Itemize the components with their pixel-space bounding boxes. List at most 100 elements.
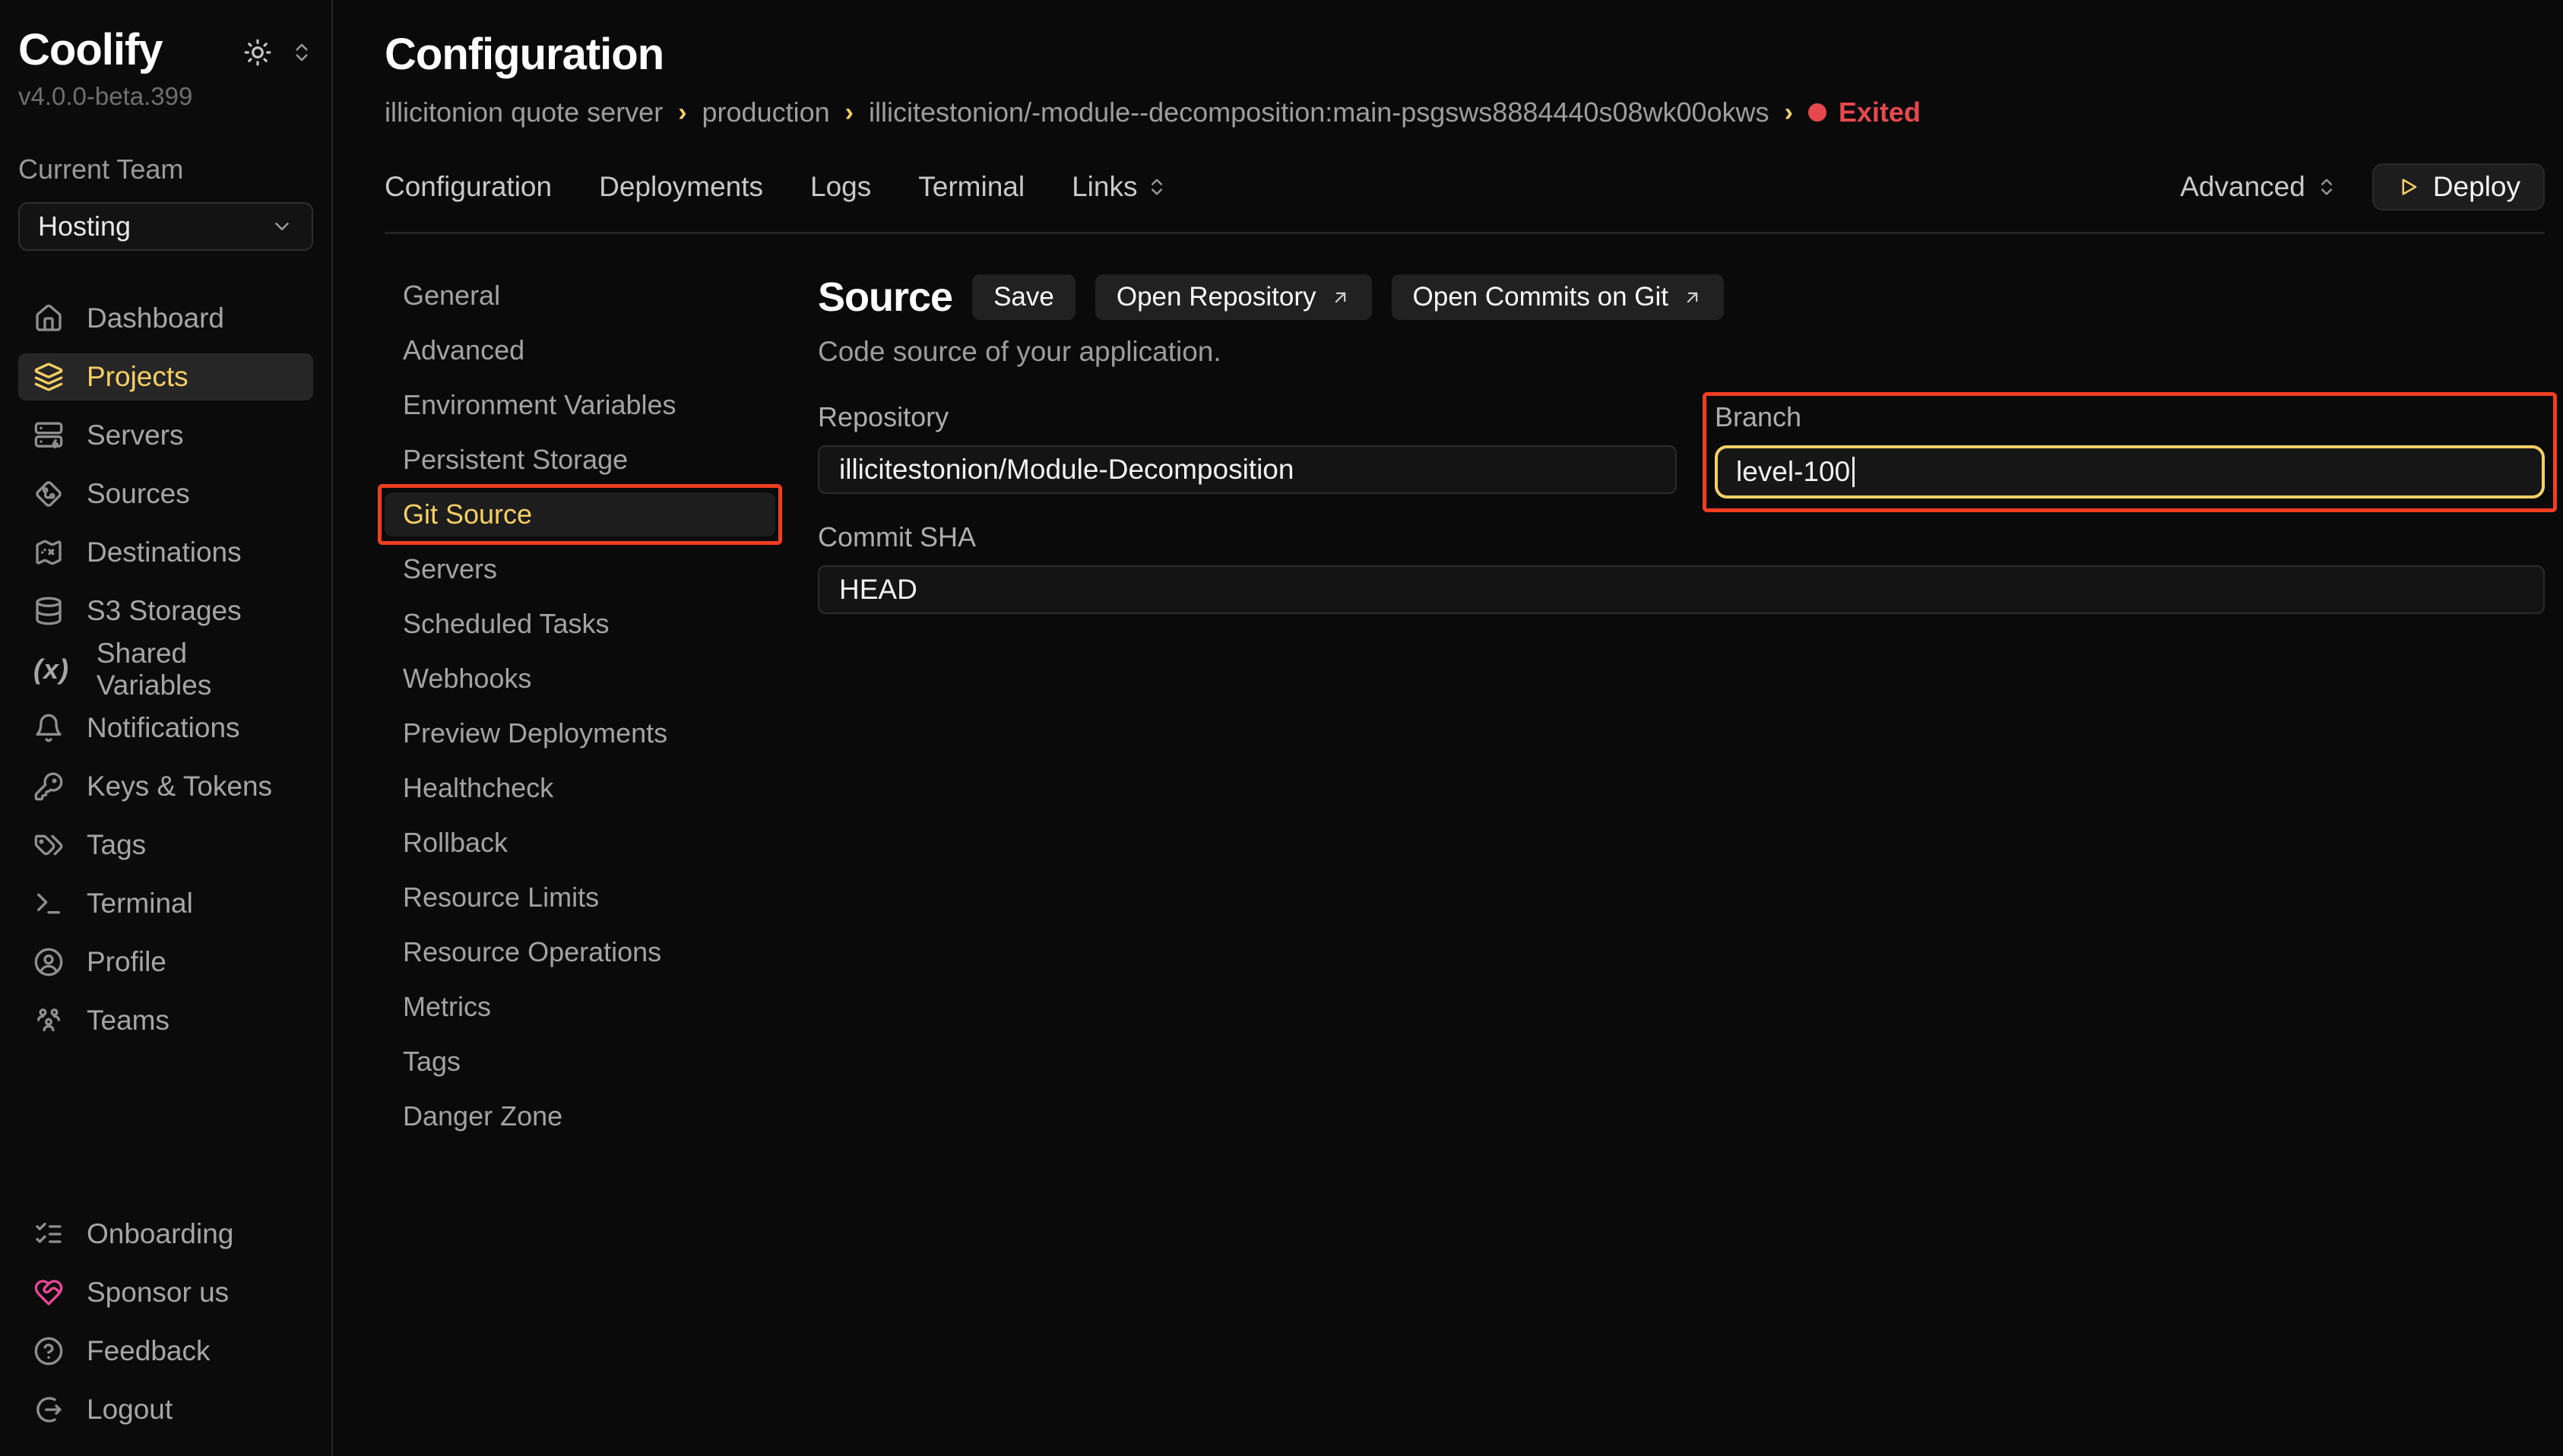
tags-icon <box>33 830 64 860</box>
subnav-item-healthcheck[interactable]: Healthcheck <box>385 766 775 810</box>
sidebar-item-teams[interactable]: Teams <box>18 997 313 1044</box>
subnav-item-tags[interactable]: Tags <box>385 1040 775 1084</box>
deploy-button[interactable]: Deploy <box>2372 163 2545 210</box>
open-commits-button[interactable]: Open Commits on Git <box>1392 274 1725 320</box>
source-description: Code source of your application. <box>818 336 2545 368</box>
layers-icon <box>33 362 64 392</box>
status-badge: Exited <box>1808 97 1921 128</box>
tabs-row: Configuration Deployments Logs Terminal … <box>385 163 2545 234</box>
tabs-actions: Advanced Deploy <box>2180 163 2545 210</box>
sidebar-header: Coolify v4.0.0-beta.399 <box>18 26 313 111</box>
source-form: Repository Branch level-100 Commit SHA <box>818 401 2545 614</box>
arrow-up-right-icon <box>1330 287 1351 308</box>
subnav-item-resource-limits[interactable]: Resource Limits <box>385 875 775 919</box>
team-select[interactable]: Hosting <box>18 202 313 251</box>
tab-links-label: Links <box>1072 171 1137 203</box>
subnav-item-servers[interactable]: Servers <box>385 547 775 591</box>
tab-links[interactable]: Links <box>1072 171 1167 203</box>
git-source-panel: Source Save Open Repository Open Commits… <box>818 274 2545 1138</box>
sidebar-item-logout[interactable]: Logout <box>18 1386 313 1433</box>
chevrons-up-down-icon <box>2316 176 2337 198</box>
key-icon <box>33 771 64 802</box>
subnav-item-general[interactable]: General <box>385 274 775 318</box>
repository-input[interactable] <box>818 445 1677 494</box>
sidebar-item-label: Sources <box>87 478 190 510</box>
server-icon <box>33 420 64 451</box>
subnav-item-danger-zone[interactable]: Danger Zone <box>385 1094 775 1138</box>
sidebar-item-servers[interactable]: Servers <box>18 412 313 459</box>
sidebar-item-label: Tags <box>87 829 146 861</box>
subnav-item-webhooks[interactable]: Webhooks <box>385 657 775 701</box>
status-dot-icon <box>1808 103 1826 122</box>
text-cursor <box>1852 457 1855 487</box>
commit-sha-input[interactable] <box>818 565 2545 614</box>
tab-logs[interactable]: Logs <box>810 171 871 203</box>
map-icon <box>33 537 64 568</box>
chevrons-up-down-icon[interactable] <box>290 41 313 64</box>
sidebar-item-sources[interactable]: Sources <box>18 470 313 518</box>
subnav-item-scheduled-tasks[interactable]: Scheduled Tasks <box>385 602 775 646</box>
sidebar-item-sponsor-us[interactable]: Sponsor us <box>18 1269 313 1316</box>
advanced-dropdown[interactable]: Advanced <box>2180 171 2337 203</box>
theme-toggle-sun-icon[interactable] <box>243 38 272 67</box>
sidebar: Coolify v4.0.0-beta.399 Current Team Hos… <box>0 0 333 1456</box>
subnav-item-git-source-label: Git Source <box>403 499 532 530</box>
save-button[interactable]: Save <box>972 274 1076 320</box>
subnav-item-resource-operations[interactable]: Resource Operations <box>385 930 775 974</box>
subnav-item-advanced[interactable]: Advanced <box>385 328 775 372</box>
sidebar-item-label: Feedback <box>87 1335 211 1367</box>
app-root: Coolify v4.0.0-beta.399 Current Team Hos… <box>0 0 2563 1456</box>
sidebar-item-label: Projects <box>87 361 189 393</box>
git-source-icon <box>33 479 64 509</box>
tab-terminal[interactable]: Terminal <box>918 171 1025 203</box>
source-section-title: Source <box>818 274 952 321</box>
branch-input-value: level-100 <box>1736 456 1850 488</box>
sidebar-item-dashboard[interactable]: Dashboard <box>18 295 313 342</box>
main-area: Configuration illicitonion quote server … <box>333 0 2563 1456</box>
sidebar-item-profile[interactable]: Profile <box>18 938 313 986</box>
sidebar-item-notifications[interactable]: Notifications <box>18 704 313 752</box>
subnav-item-rollback[interactable]: Rollback <box>385 821 775 865</box>
bell-icon <box>33 713 64 743</box>
sidebar-item-label: Keys & Tokens <box>87 771 272 802</box>
tab-configuration[interactable]: Configuration <box>385 171 552 203</box>
open-commits-label: Open Commits on Git <box>1413 282 1669 312</box>
heart-handshake-icon <box>33 1277 64 1308</box>
breadcrumb-project[interactable]: illicitonion quote server <box>385 97 663 128</box>
subnav-item-git-source[interactable]: Git Source <box>385 492 775 537</box>
sidebar-item-keys-tokens[interactable]: Keys & Tokens <box>18 763 313 810</box>
source-header-row: Source Save Open Repository Open Commits… <box>818 274 2545 321</box>
breadcrumb-resource[interactable]: illicitestonion/-module--decomposition:m… <box>869 97 1769 128</box>
breadcrumb-environment[interactable]: production <box>702 97 830 128</box>
open-repository-button[interactable]: Open Repository <box>1095 274 1372 320</box>
help-circle-icon <box>33 1336 64 1366</box>
home-icon <box>33 303 64 334</box>
parentheses-x-icon: (x) <box>33 654 74 685</box>
users-icon <box>33 1005 64 1036</box>
subnav-item-metrics[interactable]: Metrics <box>385 985 775 1029</box>
sidebar-item-onboarding[interactable]: Onboarding <box>18 1211 313 1258</box>
sidebar-item-label: Shared Variables <box>97 638 298 701</box>
branch-label: Branch <box>1715 401 2545 433</box>
sidebar-item-label: Teams <box>87 1005 169 1037</box>
subnav-item-preview-deployments[interactable]: Preview Deployments <box>385 711 775 755</box>
branch-input[interactable]: level-100 <box>1715 445 2545 499</box>
sidebar-item-shared-variables[interactable]: (x) Shared Variables <box>18 646 313 693</box>
advanced-label: Advanced <box>2180 171 2305 203</box>
subnav-item-persistent-storage[interactable]: Persistent Storage <box>385 438 775 482</box>
sidebar-item-terminal[interactable]: Terminal <box>18 880 313 927</box>
sidebar-item-destinations[interactable]: Destinations <box>18 529 313 576</box>
database-icon <box>33 596 64 626</box>
sidebar-item-s3-storages[interactable]: S3 Storages <box>18 587 313 635</box>
tab-deployments[interactable]: Deployments <box>599 171 763 203</box>
sidebar-item-tags[interactable]: Tags <box>18 821 313 869</box>
sidebar-item-projects[interactable]: Projects <box>18 353 313 400</box>
subnav-item-environment-variables[interactable]: Environment Variables <box>385 383 775 427</box>
sidebar-item-feedback[interactable]: Feedback <box>18 1328 313 1375</box>
sidebar-item-label: S3 Storages <box>87 595 242 627</box>
breadcrumb-chevron-icon: › <box>1785 98 1793 128</box>
breadcrumb-chevron-icon: › <box>678 98 686 128</box>
deploy-button-label: Deploy <box>2433 171 2520 203</box>
repository-label: Repository <box>818 401 1677 433</box>
sidebar-item-label: Destinations <box>87 537 242 568</box>
